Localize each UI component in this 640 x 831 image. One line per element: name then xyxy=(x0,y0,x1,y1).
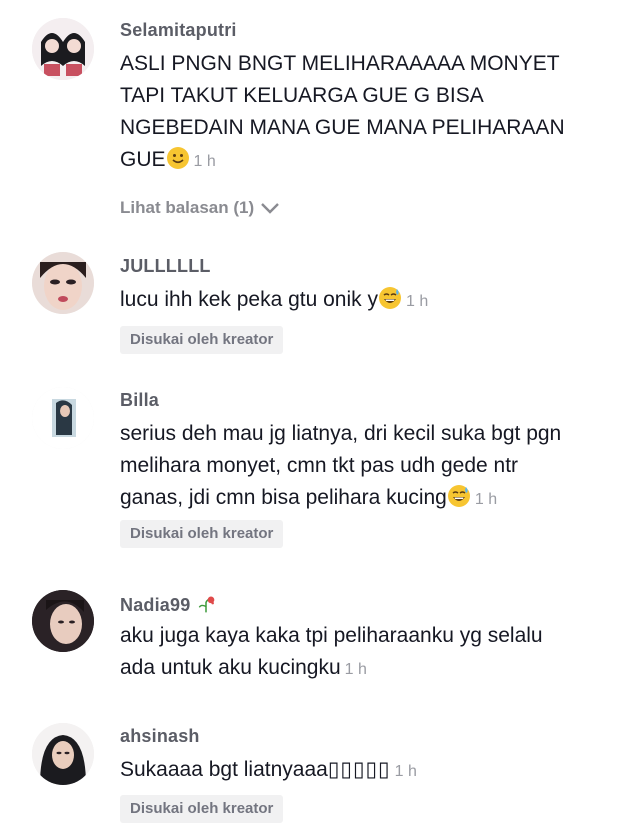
creator-liked-badge: Disukai oleh kreator xyxy=(120,326,284,354)
username[interactable]: ahsinash xyxy=(120,726,200,747)
comment-line: NGEBEDAIN MANA GUE MANA PELIHARAAN xyxy=(120,116,565,139)
timestamp: 1 h xyxy=(344,661,367,678)
timestamp: 1 h xyxy=(394,763,417,780)
comment-line-text: ganas, jdi cmn bisa pelihara kucing xyxy=(120,486,447,509)
avatar[interactable] xyxy=(32,252,94,314)
comment-line: ganas, jdi cmn bisa pelihara kucing 1 h xyxy=(120,482,620,516)
comment-line-text: lucu ihh kek peka gtu onik y xyxy=(120,288,378,311)
avatar[interactable] xyxy=(32,590,94,652)
chevron-down-icon xyxy=(261,203,279,214)
creator-liked-badge: Disukai oleh kreator xyxy=(120,795,284,823)
timestamp: 1 h xyxy=(193,153,216,170)
timestamp: 1 h xyxy=(474,491,498,508)
comment-text: aku juga kaya kaka tpi peliharaanku yg s… xyxy=(120,620,620,686)
comment-line: aku juga kaya kaka tpi peliharaanku yg s… xyxy=(120,624,543,647)
comment-text: lucu ihh kek peka gtu onik y 1 h xyxy=(120,284,620,318)
comment-line: ada untuk aku kucingku 1 h xyxy=(120,652,620,686)
username[interactable]: Nadia99 xyxy=(120,594,216,616)
avatar[interactable] xyxy=(32,387,94,449)
comment-line: GUE 1 h xyxy=(120,144,620,178)
username[interactable]: Selamitaputri xyxy=(120,20,237,41)
comment-text: ASLI PNGN BNGT MELIHARAAAAA MONYET TAPI … xyxy=(120,48,620,178)
grinning-sweat-face-icon xyxy=(447,484,471,508)
comment-line: serius deh mau jg liatnya, dri kecil suk… xyxy=(120,422,562,445)
username[interactable]: Billa xyxy=(120,390,159,411)
comment-line: TAPI TAKUT KELUARGA GUE G BISA xyxy=(120,84,484,107)
view-replies-button[interactable]: Lihat balasan (1) xyxy=(120,198,280,218)
comment-line-text: ada untuk aku kucingku xyxy=(120,656,341,679)
wilted-flower-icon xyxy=(196,594,216,614)
comment-line: melihara monyet, cmn tkt pas udh gede nt… xyxy=(120,454,519,477)
avatar[interactable] xyxy=(32,723,94,785)
comment-line: Sukaaaa bgt liatnyaaa▯▯▯▯▯ 1 h xyxy=(120,754,620,788)
avatar[interactable] xyxy=(32,18,94,80)
comment-line: lucu ihh kek peka gtu onik y 1 h xyxy=(120,284,620,318)
comment-text: Sukaaaa bgt liatnyaaa▯▯▯▯▯ 1 h xyxy=(120,754,620,788)
comment-line: ASLI PNGN BNGT MELIHARAAAAA MONYET xyxy=(120,52,560,75)
timestamp: 1 h xyxy=(406,293,429,310)
creator-liked-badge: Disukai oleh kreator xyxy=(120,520,284,548)
comment-line-text: Sukaaaa bgt liatnyaaa xyxy=(120,758,328,781)
username[interactable]: JULLLLLL xyxy=(120,256,211,277)
comment-text: serius deh mau jg liatnya, dri kecil suk… xyxy=(120,418,620,516)
grinning-sweat-face-icon xyxy=(378,286,402,310)
missing-glyph-text: ▯▯▯▯▯ xyxy=(327,758,391,781)
slightly-smiling-face-icon xyxy=(166,146,190,170)
username-text: Nadia99 xyxy=(120,595,191,615)
view-replies-label: Lihat balasan (1) xyxy=(120,198,255,217)
comment-line-text: GUE xyxy=(120,148,166,171)
